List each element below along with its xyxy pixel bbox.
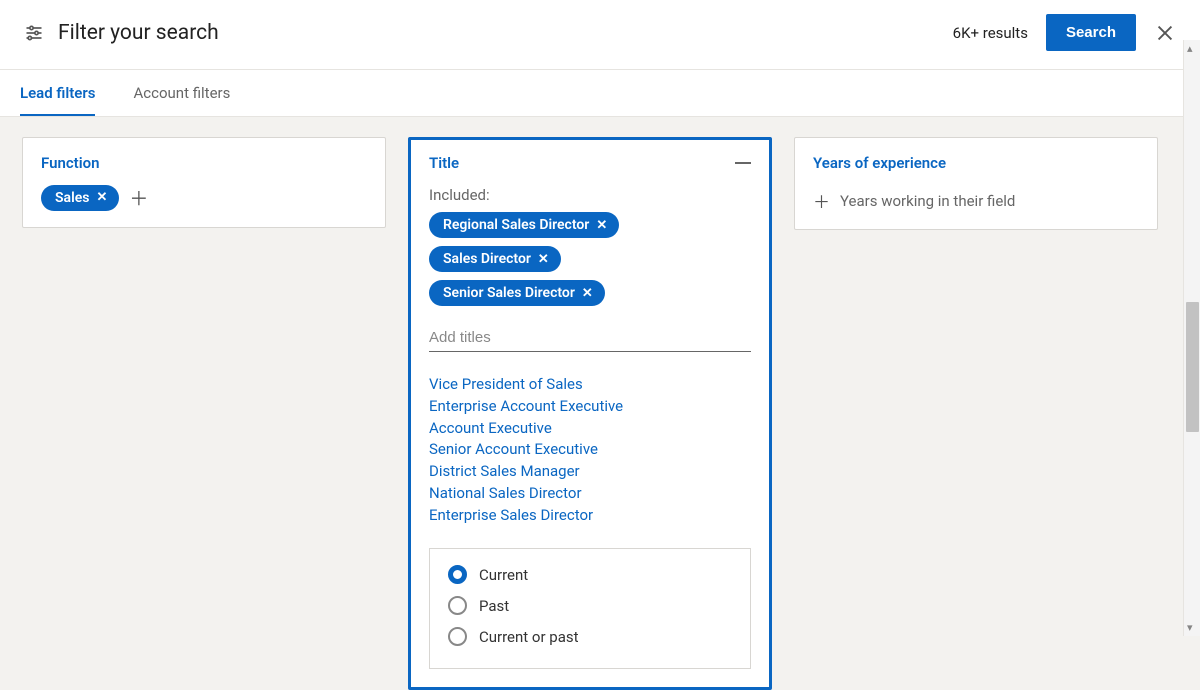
suggestion-item[interactable]: Account Executive	[429, 418, 751, 440]
scroll-up-icon[interactable]: ▴	[1187, 42, 1193, 55]
suggestion-item[interactable]: Enterprise Account Executive	[429, 396, 751, 418]
radio-past[interactable]: Past	[448, 596, 732, 615]
filter-icon	[24, 23, 44, 43]
radio-current[interactable]: Current	[448, 565, 732, 584]
title-chip[interactable]: Sales Director ✕	[429, 246, 561, 272]
radio-label: Past	[479, 597, 509, 615]
suggestion-wrap: Vice President of Sales Enterprise Accou…	[429, 374, 751, 530]
suggestion-item[interactable]: District Sales Manager	[429, 461, 751, 483]
radio-group: Current Past Current or past	[429, 548, 751, 669]
suggestion-item[interactable]: Regional Sales Manager	[429, 526, 751, 530]
title-chips: Regional Sales Director ✕ Sales Director…	[429, 204, 751, 306]
radio-label: Current or past	[479, 628, 579, 646]
chip-label: Sales Director	[443, 251, 531, 267]
header-left: Filter your search	[24, 21, 219, 45]
tabs: Lead filters Account filters	[0, 70, 1200, 117]
suggestion-list[interactable]: Vice President of Sales Enterprise Accou…	[429, 374, 751, 530]
suggestion-item[interactable]: National Sales Director	[429, 483, 751, 505]
title-card-header: Title	[429, 154, 751, 172]
tab-account-filters[interactable]: Account filters	[133, 70, 230, 116]
suggestion-item[interactable]: Enterprise Sales Director	[429, 505, 751, 527]
radio-icon	[448, 596, 467, 615]
chip-label: Senior Sales Director	[443, 285, 575, 301]
radio-label: Current	[479, 566, 528, 584]
chip-remove-icon[interactable]: ✕	[96, 190, 107, 205]
title-chip[interactable]: Senior Sales Director ✕	[429, 280, 605, 306]
function-chip-row: Sales ✕ ＋	[41, 184, 367, 211]
function-card: Function Sales ✕ ＋	[22, 137, 386, 228]
results-count: 6K+ results	[953, 24, 1028, 42]
function-title: Function	[41, 154, 367, 172]
included-label: Included:	[429, 186, 751, 204]
add-function-button[interactable]: ＋	[129, 184, 148, 211]
chip-remove-icon[interactable]: ✕	[582, 286, 593, 301]
radio-icon-selected	[448, 565, 467, 584]
yoe-add-label: Years working in their field	[840, 192, 1015, 210]
title-input[interactable]	[429, 324, 751, 352]
header-right: 6K+ results Search	[953, 14, 1176, 51]
title-chip[interactable]: Regional Sales Director ✕	[429, 212, 619, 238]
chip-label: Sales	[55, 190, 89, 206]
yoe-title: Years of experience	[813, 154, 1139, 172]
scroll-thumb[interactable]	[1186, 302, 1199, 432]
tab-lead-filters[interactable]: Lead filters	[20, 70, 95, 116]
content: Function Sales ✕ ＋ Title Included: Regio…	[0, 117, 1200, 690]
page-scrollbar[interactable]: ▴ ▾	[1183, 40, 1200, 636]
yoe-card: Years of experience ＋ Years working in t…	[794, 137, 1158, 230]
close-icon[interactable]	[1154, 22, 1176, 44]
collapse-icon[interactable]	[735, 162, 751, 164]
chip-remove-icon[interactable]: ✕	[596, 218, 607, 233]
function-chip-sales[interactable]: Sales ✕	[41, 185, 119, 211]
chip-remove-icon[interactable]: ✕	[538, 252, 549, 267]
title-card: Title Included: Regional Sales Director …	[408, 137, 772, 690]
page-title: Filter your search	[58, 21, 219, 45]
scroll-down-icon[interactable]: ▾	[1187, 621, 1193, 634]
radio-icon	[448, 627, 467, 646]
suggestion-item[interactable]: Senior Account Executive	[429, 439, 751, 461]
chip-label: Regional Sales Director	[443, 217, 589, 233]
title-title: Title	[429, 154, 459, 172]
plus-icon: ＋	[813, 188, 830, 213]
suggestion-item[interactable]: Vice President of Sales	[429, 374, 751, 396]
yoe-add[interactable]: ＋ Years working in their field	[813, 188, 1139, 213]
header: Filter your search 6K+ results Search	[0, 0, 1200, 70]
search-button[interactable]: Search	[1046, 14, 1136, 51]
radio-current-or-past[interactable]: Current or past	[448, 627, 732, 646]
